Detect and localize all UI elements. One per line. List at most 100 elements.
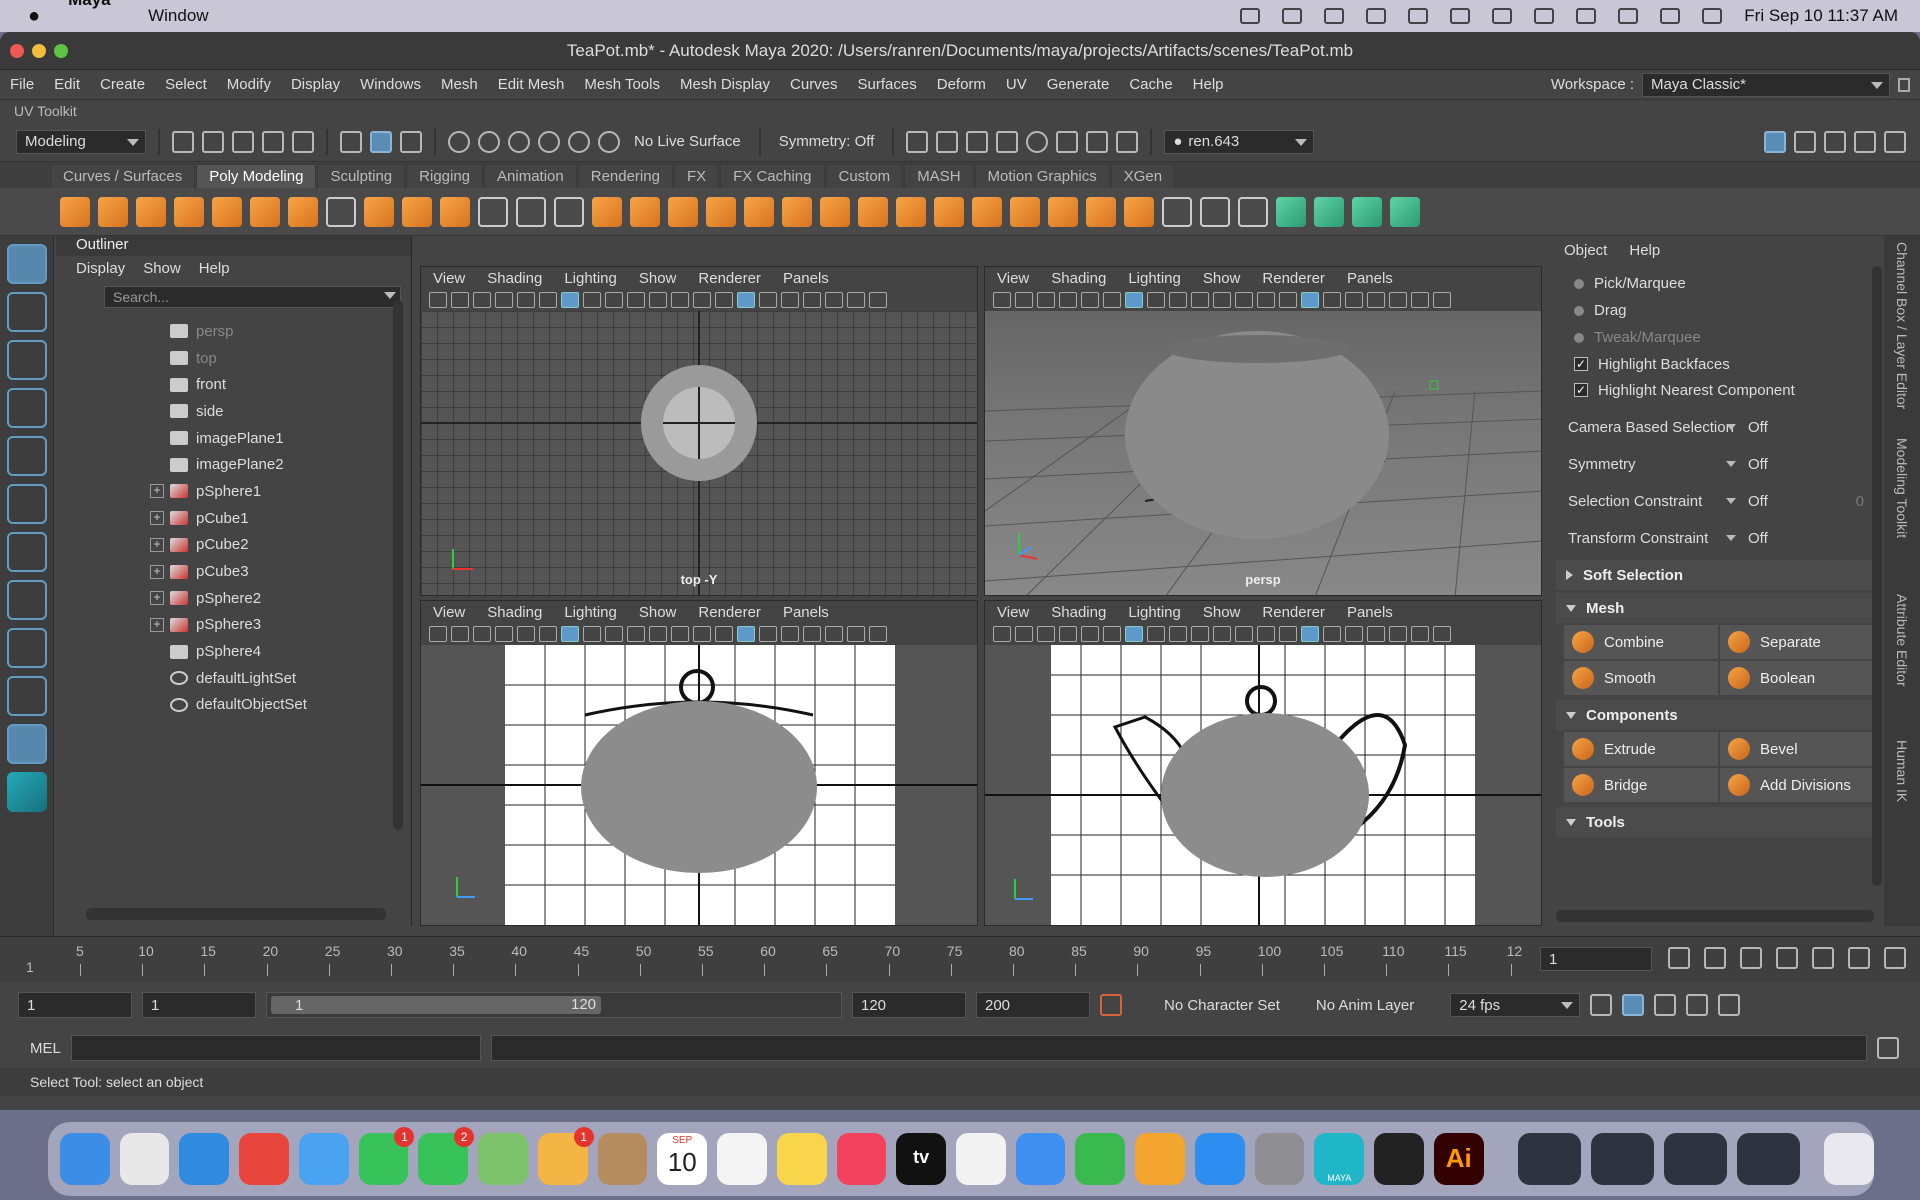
menu-set-select[interactable]: Modeling bbox=[16, 129, 146, 154]
snap-surface-icon[interactable] bbox=[568, 130, 590, 153]
image-plane-icon[interactable] bbox=[495, 626, 513, 642]
menu-edit-mesh[interactable]: Edit Mesh bbox=[488, 76, 575, 93]
time-slider[interactable]: 5 10 15 20 25 30 35 40 45 50 55 60 65 70 75 80 85 90 95 100… bbox=[0, 936, 1920, 982]
outliner-row[interactable]: + pCube1 bbox=[104, 505, 404, 532]
side-tab-modeling-toolkit[interactable]: Modeling Toolkit bbox=[1894, 438, 1910, 588]
toolkit-menu-help[interactable]: Help bbox=[1629, 242, 1660, 259]
field-chart-icon[interactable] bbox=[1213, 292, 1231, 308]
separate-shelf-icon[interactable] bbox=[630, 196, 660, 227]
bookmark-icon[interactable] bbox=[473, 626, 491, 642]
go-to-start-icon[interactable] bbox=[1668, 947, 1690, 969]
new-scene-icon[interactable] bbox=[172, 130, 194, 153]
attribute-editor-icon[interactable] bbox=[1824, 130, 1846, 153]
auto-key-icon[interactable] bbox=[1100, 994, 1122, 1016]
lasso-tool-icon[interactable] bbox=[7, 292, 47, 332]
ambient-occlusion-icon[interactable] bbox=[1411, 292, 1429, 308]
wifi-icon[interactable] bbox=[1576, 8, 1597, 24]
viewport-menu-panels[interactable]: Panels bbox=[783, 270, 829, 287]
viewport-menu-shading[interactable]: Shading bbox=[1051, 270, 1106, 287]
2d-pan-icon[interactable] bbox=[1081, 626, 1099, 642]
manipulator-icon[interactable] bbox=[7, 532, 47, 572]
dropbox-icon[interactable] bbox=[1282, 8, 1303, 24]
close-button[interactable] bbox=[10, 43, 24, 58]
step-forward-frame-icon[interactable] bbox=[1884, 947, 1906, 969]
outliner-layout-icon[interactable] bbox=[7, 676, 47, 716]
character-controls-icon[interactable] bbox=[1794, 130, 1816, 153]
menu-edit[interactable]: Edit bbox=[44, 76, 90, 93]
use-lights-icon[interactable] bbox=[1367, 292, 1385, 308]
system-preferences-icon[interactable] bbox=[1254, 1133, 1305, 1185]
shelf-tab-fx[interactable]: FX bbox=[673, 164, 720, 188]
outliner-row[interactable]: + pCube3 bbox=[104, 558, 404, 585]
camera-attr-icon[interactable] bbox=[451, 292, 469, 308]
resolution-gate-icon[interactable] bbox=[1169, 292, 1187, 308]
mail-icon[interactable] bbox=[298, 1133, 349, 1185]
menu-help[interactable]: Help bbox=[1183, 76, 1234, 93]
loop-icon[interactable] bbox=[1590, 994, 1613, 1016]
viewport-menu-lighting[interactable]: Lighting bbox=[1128, 604, 1181, 621]
image-plane-icon[interactable] bbox=[1059, 626, 1077, 642]
expand-icon[interactable]: + bbox=[150, 564, 164, 579]
svg-icon[interactable] bbox=[440, 196, 470, 227]
select-hierarchy-icon[interactable] bbox=[340, 130, 362, 153]
combine-button[interactable]: Combine bbox=[1564, 625, 1718, 659]
gate-mask-icon[interactable] bbox=[627, 292, 645, 308]
components-section[interactable]: Components bbox=[1556, 700, 1882, 730]
menu-mesh-tools[interactable]: Mesh Tools bbox=[574, 76, 670, 93]
ambient-occlusion-icon[interactable] bbox=[847, 292, 865, 308]
siri-icon[interactable] bbox=[1702, 8, 1723, 24]
tools-section[interactable]: Tools bbox=[1556, 807, 1882, 837]
poke-shelf-icon[interactable] bbox=[1010, 196, 1040, 227]
menu-mesh[interactable]: Mesh bbox=[431, 76, 488, 93]
film-gate-icon[interactable] bbox=[1147, 292, 1165, 308]
wireframe-icon[interactable] bbox=[715, 292, 733, 308]
play-forwards-icon[interactable] bbox=[1812, 947, 1834, 969]
default-material-icon[interactable] bbox=[1323, 626, 1341, 642]
news-icon[interactable] bbox=[956, 1133, 1006, 1185]
play-backwards-icon[interactable] bbox=[1776, 947, 1798, 969]
search-icon[interactable] bbox=[1618, 8, 1639, 24]
reminders-icon[interactable] bbox=[717, 1133, 767, 1185]
poly-cone-icon[interactable] bbox=[174, 196, 204, 227]
gate-mask-icon[interactable] bbox=[1191, 626, 1209, 642]
tool-settings-icon[interactable] bbox=[1854, 130, 1876, 153]
camera-attr-icon[interactable] bbox=[1015, 626, 1033, 642]
viewport-menu-lighting[interactable]: Lighting bbox=[564, 270, 617, 287]
use-lights-icon[interactable] bbox=[803, 292, 821, 308]
notes-icon[interactable] bbox=[776, 1133, 827, 1185]
field-chart-icon[interactable] bbox=[649, 292, 667, 308]
live-surface-label[interactable]: No Live Surface bbox=[628, 133, 747, 150]
cache-playback-icon[interactable] bbox=[1622, 994, 1645, 1016]
append-shelf-icon[interactable] bbox=[896, 196, 926, 227]
default-material-icon[interactable] bbox=[759, 626, 777, 642]
smooth-shade-icon[interactable] bbox=[737, 626, 755, 642]
viewport-menu-panels[interactable]: Panels bbox=[1347, 604, 1393, 621]
film-gate-icon[interactable] bbox=[583, 292, 601, 308]
menu-curves[interactable]: Curves bbox=[780, 76, 848, 93]
snap-live-icon[interactable] bbox=[598, 130, 620, 153]
bookmark-icon[interactable] bbox=[1037, 626, 1055, 642]
sound-icon[interactable] bbox=[1654, 994, 1677, 1016]
zoom-button[interactable] bbox=[54, 43, 68, 58]
control-center-icon[interactable] bbox=[1660, 8, 1681, 24]
anim-end-field[interactable]: 200 bbox=[976, 992, 1090, 1018]
character-icon[interactable] bbox=[1718, 994, 1741, 1016]
play-icon[interactable] bbox=[1366, 8, 1387, 24]
viewport-menu-shading[interactable]: Shading bbox=[1051, 604, 1106, 621]
safe-action-icon[interactable] bbox=[671, 626, 689, 642]
rotate-tool-icon[interactable] bbox=[7, 436, 47, 476]
mel-label[interactable]: MEL bbox=[30, 1040, 61, 1057]
shelf-tab-xgen[interactable]: XGen bbox=[1110, 164, 1176, 188]
expand-icon[interactable]: + bbox=[150, 484, 164, 499]
radio-pick-marquee[interactable]: Pick/Marquee bbox=[1556, 270, 1882, 297]
viewport-menu-view[interactable]: View bbox=[997, 604, 1029, 621]
save-scene-icon[interactable] bbox=[232, 130, 254, 153]
character-set-select[interactable]: No Character Set bbox=[1158, 997, 1286, 1014]
step-back-frame-icon[interactable] bbox=[1740, 947, 1762, 969]
textured-icon[interactable] bbox=[781, 626, 799, 642]
textured-icon[interactable] bbox=[1345, 292, 1363, 308]
camera-attr-icon[interactable] bbox=[1015, 292, 1033, 308]
step-back-key-icon[interactable] bbox=[1704, 947, 1726, 969]
channel-box-icon[interactable] bbox=[1884, 130, 1906, 153]
viewport-menu-show[interactable]: Show bbox=[1203, 270, 1241, 287]
